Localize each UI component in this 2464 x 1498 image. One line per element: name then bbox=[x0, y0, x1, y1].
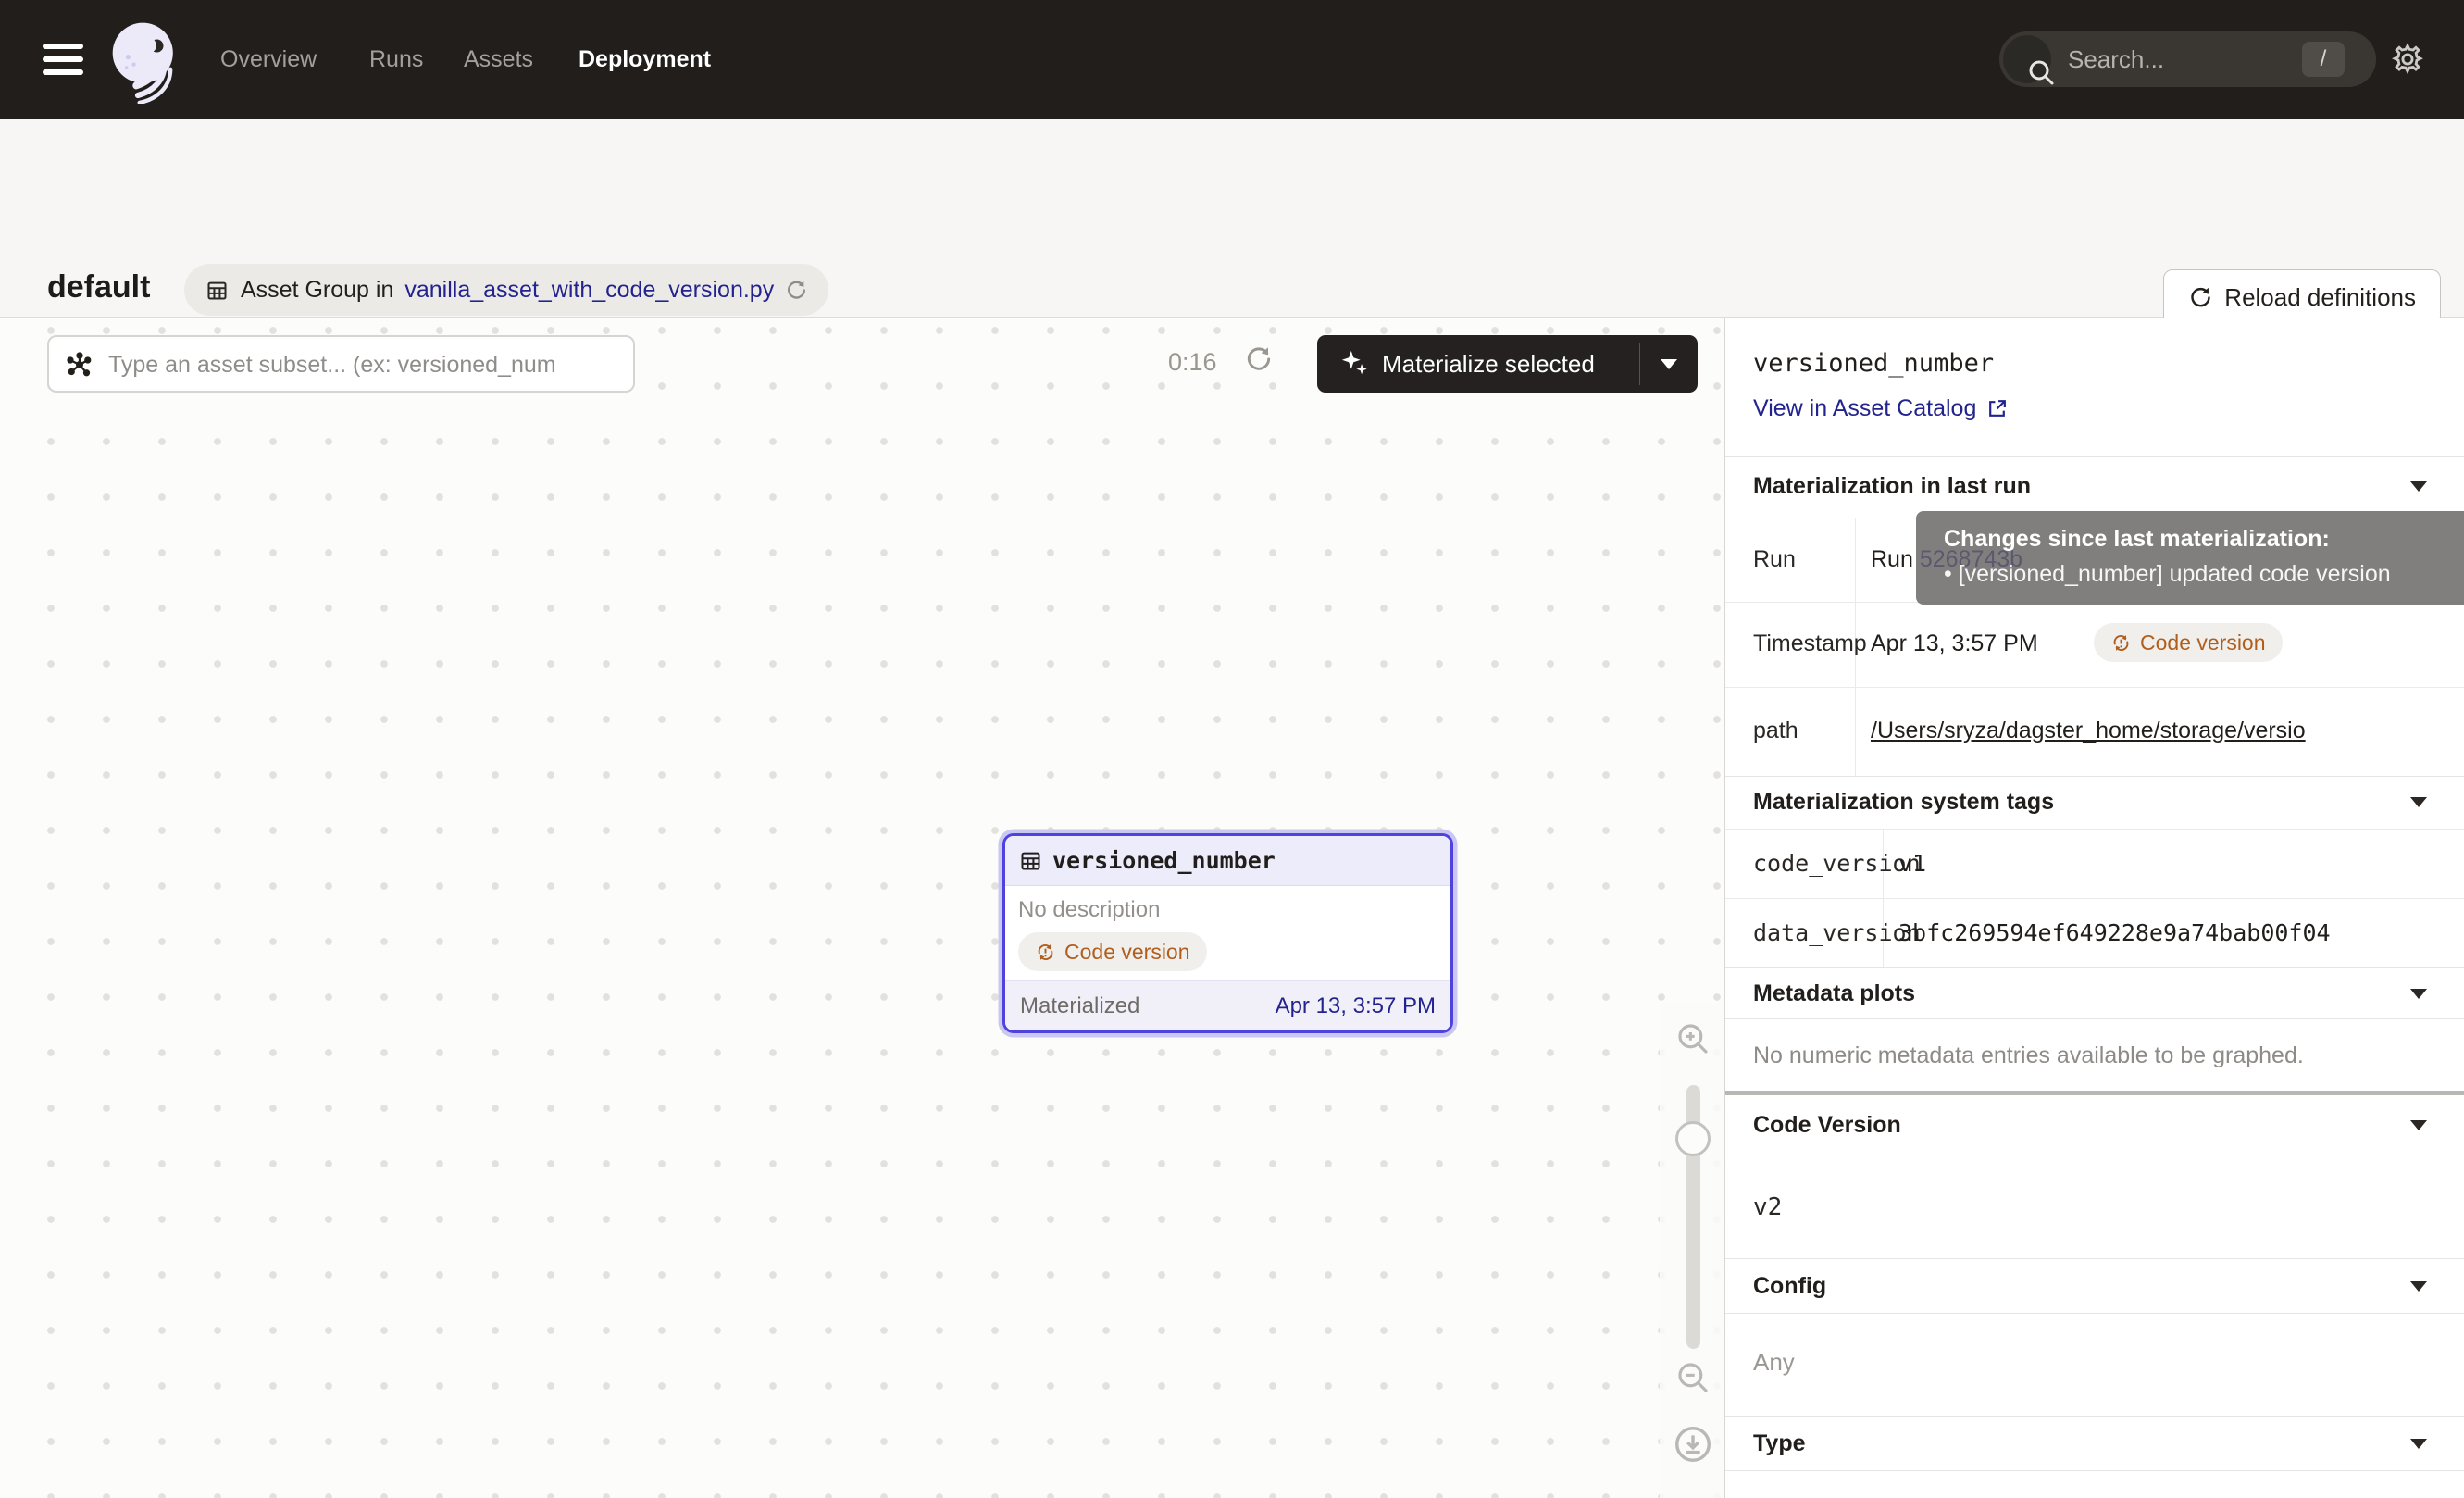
dagster-app: Overview Runs Assets Deployment / defaul… bbox=[0, 0, 2464, 1498]
row-data-version: data_version 3bfc269594ef649228e9a74bab0… bbox=[1725, 898, 2464, 967]
search-shortcut-key: / bbox=[2302, 42, 2345, 77]
asset-graph-canvas[interactable]: 0:16 Materialize selected versioned_numb… bbox=[0, 318, 1724, 1498]
changes-tooltip: Changes since last materialization: • [v… bbox=[1916, 511, 2464, 605]
tooltip-title: Changes since last materialization: bbox=[1944, 526, 2464, 553]
settings-gear-icon[interactable] bbox=[2390, 42, 2425, 77]
grid-icon bbox=[205, 278, 230, 303]
code-version-chip: Code version bbox=[1018, 932, 1207, 971]
dagster-logo-icon[interactable] bbox=[104, 19, 185, 104]
row-value: 3bfc269594ef649228e9a74bab00f04 bbox=[1898, 919, 2464, 946]
materialized-timestamp[interactable]: Apr 13, 3:57 PM bbox=[1276, 993, 1436, 1019]
panel-thick-divider bbox=[1725, 1091, 2464, 1095]
row-label: Run bbox=[1753, 546, 1796, 573]
asset-node-versioned-number[interactable]: versioned_number No description Code ver… bbox=[1002, 833, 1453, 1033]
metadata-plots-empty-state: No numeric metadata entries available to… bbox=[1753, 1042, 2304, 1069]
graph-refresh-icon[interactable] bbox=[1244, 344, 1274, 374]
section-title: Metadata plots bbox=[1753, 980, 1915, 1007]
code-version-changed-icon bbox=[2110, 632, 2132, 654]
asset-subset-filter[interactable] bbox=[47, 335, 635, 393]
collapse-caret-icon bbox=[2410, 1281, 2427, 1292]
panel-asset-name: versioned_number bbox=[1753, 349, 1994, 378]
refresh-icon[interactable] bbox=[785, 279, 808, 302]
materialize-selected-button[interactable]: Materialize selected bbox=[1317, 335, 1698, 393]
section-type[interactable]: Type bbox=[1725, 1416, 2464, 1471]
row-label: data_version bbox=[1753, 919, 1921, 946]
row-label: code_version bbox=[1753, 850, 1921, 877]
search-input[interactable] bbox=[2066, 41, 2260, 78]
section-title: Config bbox=[1753, 1273, 1826, 1300]
sparkle-icon bbox=[1339, 348, 1371, 380]
zoom-in-icon[interactable] bbox=[1674, 1019, 1712, 1058]
page-title: default bbox=[47, 269, 150, 306]
reload-icon bbox=[2188, 285, 2213, 310]
top-nav: Overview Runs Assets Deployment / bbox=[0, 0, 2464, 119]
row-label: path bbox=[1753, 718, 1798, 744]
chevron-down-icon bbox=[1661, 359, 1677, 369]
section-title: Type bbox=[1753, 1430, 1806, 1457]
asset-selection-icon bbox=[66, 351, 93, 379]
asset-group-badge: Asset Group in vanilla_asset_with_code_v… bbox=[184, 264, 828, 316]
collapse-caret-icon bbox=[2410, 797, 2427, 807]
zoom-out-icon[interactable] bbox=[1674, 1358, 1712, 1397]
section-title: Materialization in last run bbox=[1753, 473, 2031, 500]
row-path: path /Users/sryza/dagster_home/storage/v… bbox=[1725, 687, 2464, 776]
global-search[interactable]: / bbox=[1999, 31, 2376, 87]
code-version-chip: Code version bbox=[2094, 623, 2283, 662]
search-icon bbox=[2003, 35, 2051, 83]
materialize-dropdown-toggle[interactable] bbox=[1640, 335, 1698, 393]
section-system-tags[interactable]: Materialization system tags bbox=[1725, 776, 2464, 829]
row-code-version: code_version v1 bbox=[1725, 829, 2464, 898]
asset-node-header: versioned_number bbox=[1005, 836, 1450, 886]
page-header: default Asset Group in vanilla_asset_wit… bbox=[0, 119, 2464, 318]
collapse-caret-icon bbox=[2410, 481, 2427, 492]
external-link-icon bbox=[1985, 397, 2009, 420]
section-config[interactable]: Config bbox=[1725, 1258, 2464, 1314]
nav-assets[interactable]: Assets bbox=[464, 45, 533, 74]
section-title: Materialization system tags bbox=[1753, 789, 2054, 816]
asset-node-description: No description bbox=[1018, 897, 1437, 923]
view-in-asset-catalog-link[interactable]: View in Asset Catalog bbox=[1753, 395, 2009, 422]
reload-definitions-button[interactable]: Reload definitions bbox=[2163, 269, 2441, 325]
materialized-status: Materialized bbox=[1020, 993, 1139, 1019]
row-timestamp: Timestamp Apr 13, 3:57 PM Code version bbox=[1725, 602, 2464, 687]
section-metadata-plots[interactable]: Metadata plots bbox=[1725, 967, 2464, 1019]
code-version-value: v2 bbox=[1753, 1193, 1782, 1221]
download-image-icon[interactable] bbox=[1672, 1423, 1714, 1466]
asset-node-footer: Materialized Apr 13, 3:57 PM bbox=[1005, 980, 1450, 1030]
asset-node-title: versioned_number bbox=[1052, 847, 1276, 874]
row-value: v1 bbox=[1898, 850, 1926, 877]
asset-details-panel: versioned_number View in Asset Catalog M… bbox=[1724, 318, 2464, 1498]
asset-subset-input[interactable] bbox=[106, 346, 625, 383]
nav-runs[interactable]: Runs bbox=[369, 45, 423, 74]
badge-prefix: Asset Group in bbox=[241, 277, 393, 304]
refresh-timer: 0:16 bbox=[1168, 348, 1217, 377]
collapse-caret-icon bbox=[2410, 1120, 2427, 1130]
timestamp-value: Apr 13, 3:57 PM bbox=[1871, 630, 2038, 657]
materialize-label: Materialize selected bbox=[1382, 350, 1595, 379]
zoom-slider-handle[interactable] bbox=[1675, 1121, 1711, 1156]
nav-deployment[interactable]: Deployment bbox=[579, 45, 711, 74]
code-version-changed-icon bbox=[1035, 942, 1056, 963]
reload-definitions-label: Reload definitions bbox=[2224, 283, 2416, 312]
asset-node-body: No description Code version bbox=[1005, 886, 1450, 971]
row-label: Timestamp bbox=[1753, 630, 1867, 657]
config-value: Any bbox=[1753, 1348, 1795, 1377]
chip-label: Code version bbox=[2140, 630, 2266, 655]
table-icon bbox=[1018, 848, 1043, 873]
nav-overview[interactable]: Overview bbox=[220, 45, 317, 74]
code-file-link[interactable]: vanilla_asset_with_code_version.py bbox=[404, 277, 774, 304]
section-code-version[interactable]: Code Version bbox=[1725, 1098, 2464, 1155]
catalog-link-label: View in Asset Catalog bbox=[1753, 395, 1976, 422]
section-materialization-last-run[interactable]: Materialization in last run bbox=[1725, 456, 2464, 518]
tooltip-item: • [versioned_number] updated code versio… bbox=[1944, 561, 2464, 588]
section-title: Code Version bbox=[1753, 1112, 1901, 1139]
code-version-chip-label: Code version bbox=[1064, 940, 1190, 965]
menu-icon[interactable] bbox=[43, 44, 83, 75]
collapse-caret-icon bbox=[2410, 989, 2427, 999]
run-prefix: Run bbox=[1871, 546, 1913, 572]
path-link[interactable]: /Users/sryza/dagster_home/storage/versio bbox=[1871, 718, 2464, 744]
collapse-caret-icon bbox=[2410, 1439, 2427, 1449]
